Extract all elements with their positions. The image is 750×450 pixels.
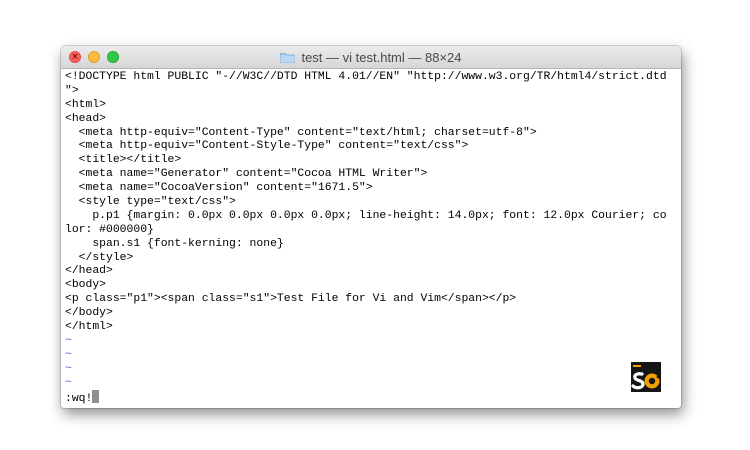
text-cursor	[92, 390, 100, 404]
file-line: lor: #000000}	[65, 223, 154, 236]
file-line: <html>	[65, 98, 107, 111]
empty-line-tilde: ~	[65, 376, 72, 389]
file-line: <meta name="Generator" content="Cocoa HT…	[65, 168, 428, 181]
file-line: <!DOCTYPE html PUBLIC "-//W3C//DTD HTML …	[65, 71, 667, 83]
logo-mark	[631, 362, 661, 392]
title-bar[interactable]: × test — vi test.html — 88×24	[61, 46, 681, 69]
file-line: p.p1 {margin: 0.0px 0.0px 0.0px 0.0px; l…	[65, 209, 667, 222]
terminal-window: × test — vi test.html — 88×24 <!DOCTYPE …	[61, 46, 681, 408]
window-title-container: test — vi test.html — 88×24	[61, 46, 681, 68]
file-line: </body>	[65, 307, 113, 320]
window-title: test — vi test.html — 88×24	[301, 49, 462, 65]
terminal-content[interactable]: <!DOCTYPE html PUBLIC "-//W3C//DTD HTML …	[65, 71, 677, 408]
file-line: </head>	[65, 265, 113, 278]
command-line[interactable]: :wq!	[65, 390, 677, 406]
file-line: <title></title>	[65, 154, 182, 167]
file-line: </html>	[65, 321, 113, 334]
empty-line-tilde: ~	[65, 334, 72, 347]
file-line: </style>	[65, 251, 134, 264]
file-line: <style type="text/css">	[65, 196, 236, 209]
file-lines: <!DOCTYPE html PUBLIC "-//W3C//DTD HTML …	[65, 71, 677, 335]
file-line: <head>	[65, 112, 107, 125]
empty-line-tilde: ~	[65, 362, 72, 375]
logo-icon	[631, 362, 661, 392]
file-line: <meta http-equiv="Content-Type" content=…	[65, 126, 537, 139]
file-line: span.s1 {font-kerning: none}	[65, 237, 284, 250]
file-line: ">	[65, 84, 79, 97]
file-line: <meta name="CocoaVersion" content="1671.…	[65, 182, 373, 195]
command-text: :wq!	[65, 393, 93, 406]
file-line: <p class="p1"><span class="s1">Test File…	[65, 293, 517, 306]
file-line: <meta http-equiv="Content-Style-Type" co…	[65, 140, 469, 153]
folder-icon	[280, 52, 296, 63]
file-line: <body>	[65, 279, 107, 292]
empty-line-tilde: ~	[65, 348, 72, 361]
